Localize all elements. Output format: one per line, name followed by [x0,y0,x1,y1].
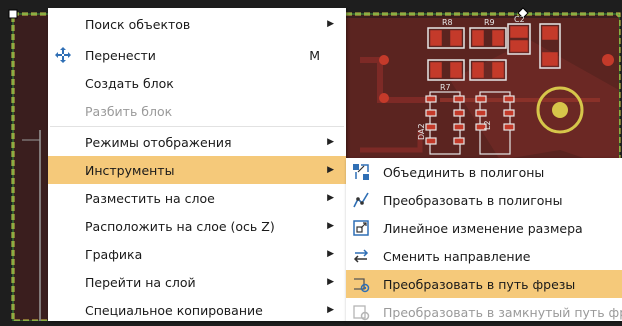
menu-item-label: Разместить на слое [85,190,215,206]
selection-handle[interactable] [8,9,18,19]
resize-icon [352,219,370,237]
menu-item-label: Линейное изменение размера [383,220,583,236]
submenu-arrow-icon: ▶ [327,305,334,315]
via [379,93,389,103]
mill-path-icon [352,275,370,293]
menu-item-label: Объединить в полигоны [383,164,545,180]
menu-item-graphics[interactable]: Графика ▶ [48,240,346,268]
menu-item-label: Сменить направление [383,248,531,264]
pcb-label: R8 [442,18,453,27]
menu-item-label: Перенести [85,47,156,63]
menu-item-label: Специальное копирование [85,302,263,318]
menu-item-label: Преобразовать в путь фрезы [383,276,576,292]
submenu-arrow-icon: ▶ [327,221,334,231]
pcb-label: L2 [483,120,492,130]
convert-polygons-icon [352,191,370,209]
via [379,55,389,65]
submenu-arrow-icon: ▶ [327,277,334,287]
submenu-arrow-icon: ▶ [327,193,334,203]
pcb-label: DA2 [417,123,426,140]
submenu-arrow-icon: ▶ [327,19,334,29]
menu-item-display-modes[interactable]: Режимы отображения ▶ [48,128,346,156]
menu-item-label: Создать блок [85,75,174,91]
context-menu: Поиск объектов ▶ Перенести M Создать бло… [48,8,346,321]
pcb-label: R7 [440,83,451,92]
menu-item-find-objects[interactable]: Поиск объектов ▶ [48,10,346,38]
menu-item-label: Поиск объектов [85,16,191,32]
submenu-item-convert-closed-mill-path: Преобразовать в замкнутый путь фрезы [346,298,622,326]
menu-item-label: Инструменты [85,162,175,178]
menu-item-label: Разбить блок [85,103,173,119]
swap-direction-icon [352,247,370,265]
submenu-arrow-icon: ▶ [327,137,334,147]
pcb-label: C2 [514,15,525,24]
menu-item-label: Перейти на слой [85,274,196,290]
shortcut-label: M [309,47,320,63]
submenu-item-convert-polygons[interactable]: Преобразовать в полигоны [346,186,622,214]
via [552,102,568,118]
menu-item-arrange-z[interactable]: Расположить на слое (ось Z) ▶ [48,212,346,240]
menu-item-label: Расположить на слое (ось Z) [85,218,275,234]
menu-item-label: Преобразовать в полигоны [383,192,563,208]
merge-polygons-icon [352,163,370,181]
closed-mill-path-icon [352,303,370,321]
submenu-arrow-icon: ▶ [327,249,334,259]
submenu-item-convert-mill-path[interactable]: Преобразовать в путь фрезы [346,270,622,298]
menu-item-create-block[interactable]: Создать блок [48,69,346,97]
menu-item-label: Преобразовать в замкнутый путь фрезы [383,304,622,320]
menu-item-move[interactable]: Перенести M [48,41,346,69]
menu-item-tools[interactable]: Инструменты ▶ [48,156,346,184]
pcb-label: R9 [484,18,495,27]
via [602,54,614,66]
submenu-item-linear-resize[interactable]: Линейное изменение размера [346,214,622,242]
tools-submenu: Объединить в полигоны Преобразовать в по… [346,158,622,321]
menu-item-go-to-layer[interactable]: Перейти на слой ▶ [48,268,346,296]
menu-item-break-block: Разбить блок [48,97,346,125]
menu-separator [50,126,344,127]
menu-item-label: Режимы отображения [85,134,232,150]
menu-item-special-copy[interactable]: Специальное копирование ▶ [48,296,346,324]
menu-item-place-on-layer[interactable]: Разместить на слое ▶ [48,184,346,212]
submenu-item-merge-polygons[interactable]: Объединить в полигоны [346,158,622,186]
menu-item-label: Графика [85,246,143,262]
submenu-arrow-icon: ▶ [327,165,334,175]
move-icon [54,46,72,64]
submenu-item-swap-direction[interactable]: Сменить направление [346,242,622,270]
